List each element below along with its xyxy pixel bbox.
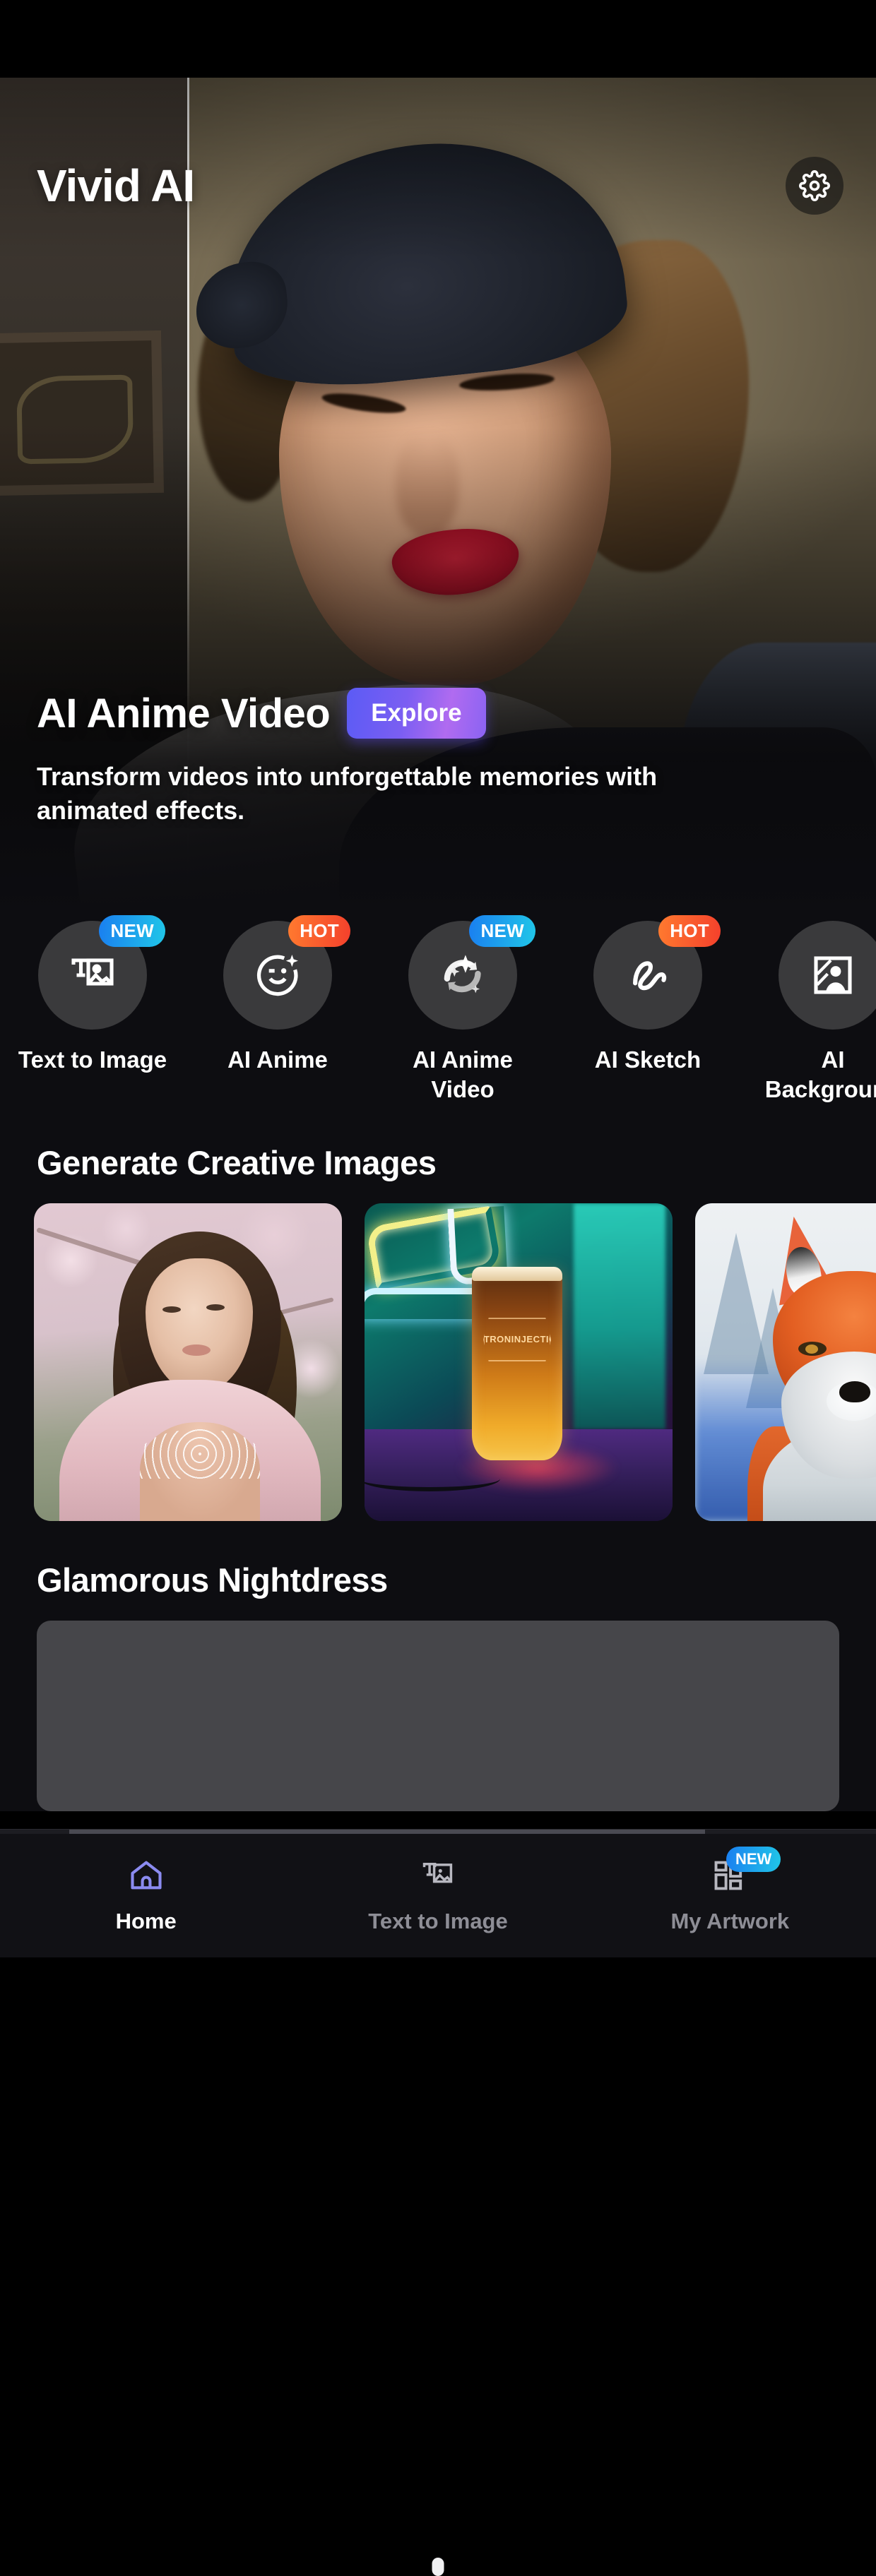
feature-badge: HOT <box>658 915 721 947</box>
status-bar <box>0 0 876 78</box>
nav-label: Text to Image <box>368 1909 508 1933</box>
nightdress-placeholder-card[interactable] <box>37 1621 839 1812</box>
bottom-navigation[interactable]: Home Text to Image NEW My Artwork <box>0 1829 876 1957</box>
nav-item-my-artwork[interactable]: NEW My Artwork <box>584 1847 876 1934</box>
scrollbar-thumb[interactable] <box>69 1830 705 1834</box>
feature-badge: NEW <box>99 915 165 947</box>
feature-label: AI Sketch <box>594 1046 702 1073</box>
section-title-generate-creative-images: Generate Creative Images <box>37 1144 437 1182</box>
gallery-card-neon-beer[interactable]: YYTRON INJECTION <box>365 1203 673 1522</box>
text-image-icon <box>422 1863 453 1883</box>
feature-rail[interactable]: NEW Text to Image HOT AI Anime NEW AI An… <box>0 911 876 1104</box>
feature-item-ai-anime-video[interactable]: NEW AI Anime Video <box>370 915 555 1104</box>
hero-headline: AI Anime Video <box>37 690 331 737</box>
gallery-card-watercolor-fox[interactable] <box>695 1203 876 1522</box>
beer-glass-label: YYTRON INJECTION <box>483 1318 551 1362</box>
feature-badge: NEW <box>469 915 535 947</box>
feature-label: AI Anime <box>227 1046 328 1073</box>
feature-item-ai-anime[interactable]: HOT AI Anime <box>185 915 370 1104</box>
wink-face-sparkle-icon <box>256 955 298 996</box>
page-title: Vivid AI <box>37 160 195 211</box>
settings-button[interactable] <box>786 157 844 215</box>
text-to-image-icon <box>71 958 114 986</box>
feature-label: Text to Image <box>18 1046 167 1073</box>
feature-item-ai-background[interactable]: AI Background <box>740 921 876 1104</box>
squiggle-sketch-icon <box>633 961 667 991</box>
home-icon <box>131 1861 162 1890</box>
nav-item-text-to-image[interactable]: Text to Image <box>292 1855 584 1934</box>
section-title-glamorous-nightdress: Glamorous Nightdress <box>37 1561 388 1599</box>
gallery-card-blossom-portrait[interactable] <box>34 1203 342 1522</box>
nav-label: My Artwork <box>670 1909 790 1933</box>
feature-icon-circle <box>779 921 876 1030</box>
feature-item-text-to-image[interactable]: NEW Text to Image <box>0 915 185 1104</box>
nav-item-home[interactable]: Home <box>0 1855 292 1934</box>
explore-button[interactable]: Explore <box>347 688 486 739</box>
feature-item-ai-sketch[interactable]: HOT AI Sketch <box>555 915 740 1104</box>
feature-badge: HOT <box>288 915 350 947</box>
scrollbar-track[interactable] <box>0 1830 876 1834</box>
person-frame-icon <box>814 956 852 994</box>
gear-icon <box>799 170 830 201</box>
scroll-indicator <box>432 2558 444 2576</box>
feature-label: AI Anime Video <box>413 1046 513 1102</box>
hero-banner[interactable]: Vivid AI AI Anime Video Explore Transfor… <box>0 78 876 911</box>
nav-label: Home <box>115 1909 177 1933</box>
image-gallery[interactable]: YYTRON INJECTION <box>0 1203 876 1522</box>
nav-badge-new: NEW <box>726 1847 781 1872</box>
feature-label: AI Background <box>764 1046 876 1102</box>
page-content: NEW Text to Image HOT AI Anime NEW AI An… <box>0 911 876 2576</box>
sparkle-rotate-icon <box>444 955 481 994</box>
hero-subtitle: Transform videos into unforgettable memo… <box>37 762 658 825</box>
